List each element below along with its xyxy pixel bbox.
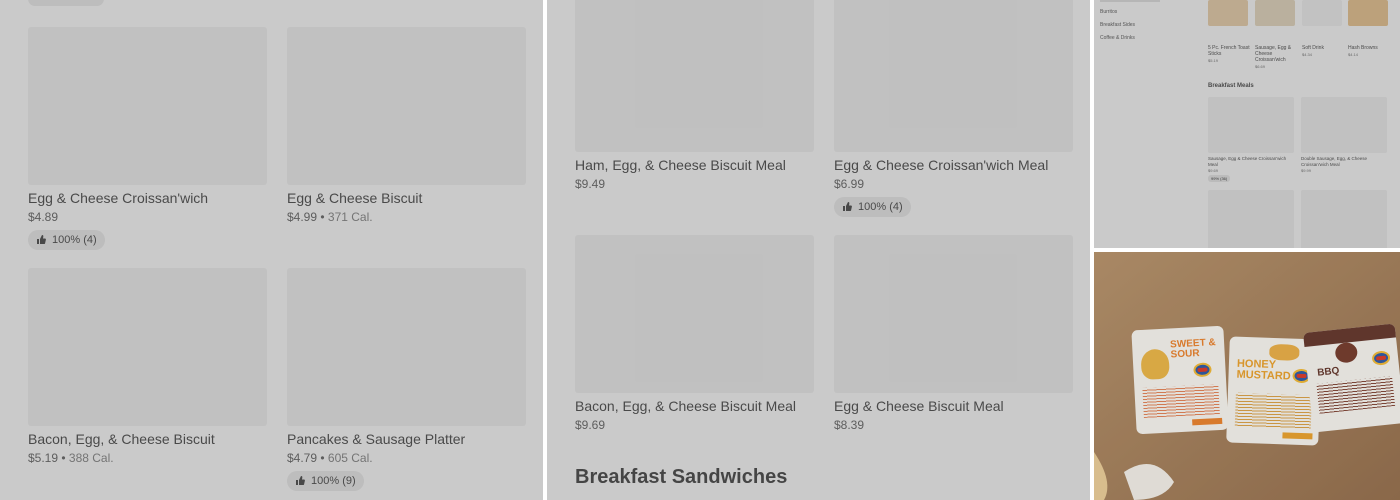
burger-king-logo: [1371, 350, 1391, 366]
item-price: $4.34: [1302, 52, 1313, 57]
meal-name: Sausage, Egg & Cheese Croissan'wich Meal: [1208, 156, 1287, 167]
packet-label: SWEET & SOUR: [1169, 337, 1216, 361]
item-calories: 371 Cal.: [327, 210, 373, 224]
menu-panel-middle: Ham, Egg, & Cheese Biscuit Meal $9.49 Eg…: [547, 0, 1090, 500]
item-price: $8.39: [834, 418, 865, 432]
item-thumbnail[interactable]: [1348, 0, 1388, 26]
item-image: [28, 268, 267, 426]
bbq-illustration: [1334, 341, 1359, 364]
menu-item-card[interactable]: Egg & Cheese Biscuit Meal $8.39: [834, 235, 1073, 433]
rating-text: 100% (4): [52, 234, 97, 246]
packet-stripe: [1192, 417, 1223, 426]
meal-image[interactable]: [1208, 97, 1294, 153]
item-meta: $4.99 • 371 Cal.: [287, 210, 373, 224]
item-name: Egg & Cheese Biscuit Meal: [834, 398, 1004, 414]
item-name: Bacon, Egg, & Cheese Biscuit: [28, 431, 215, 447]
packet-text-block: [1234, 392, 1312, 430]
rating-badge: 100% (9): [287, 471, 364, 491]
item-name: Egg & Cheese Croissan'wich Meal: [834, 157, 1049, 173]
thumbs-up-icon: [843, 202, 852, 211]
item-meta: $5.19 • 388 Cal.: [28, 451, 114, 465]
item-name: Soft Drink: [1302, 45, 1324, 51]
item-price: $9.49: [575, 177, 606, 191]
packet-text-block: [1316, 376, 1396, 414]
rating-badge-partial: [28, 0, 104, 6]
menu-item-card[interactable]: Egg & Cheese Croissan'wich $4.89 100% (4…: [28, 27, 267, 250]
item-meta: $4.79 • 605 Cal.: [287, 451, 373, 465]
item-image: [834, 235, 1073, 393]
meal-image[interactable]: [1208, 190, 1294, 248]
nav-item-coffee-drinks[interactable]: Coffee & Drinks: [1100, 35, 1135, 41]
packet-stripe: [1282, 432, 1313, 440]
rating-text: 100% (9): [311, 475, 356, 487]
rating-badge: 100% (4): [834, 197, 911, 217]
item-price: $6.69: [1255, 64, 1266, 69]
sauce-packet: SWEET & SOUR: [1131, 325, 1229, 435]
menu-item-card[interactable]: Bacon, Egg, & Cheese Biscuit $5.19 • 388…: [28, 268, 267, 466]
menu-item-card[interactable]: Egg & Cheese Biscuit $4.99 • 371 Cal.: [287, 27, 526, 225]
meal-image[interactable]: [1301, 97, 1387, 153]
thumbs-up-icon: [37, 235, 46, 244]
rating-text: 100% (4): [858, 201, 903, 213]
item-image: [287, 27, 526, 185]
packet-label: HONEY MUSTARD: [1236, 357, 1291, 383]
packet-text-block: [1142, 384, 1220, 418]
meal-name: Double Sausage, Egg, & Cheese Croissan'w…: [1301, 156, 1368, 167]
item-price: $6.99: [834, 177, 865, 191]
item-price: $5.19: [1208, 58, 1219, 63]
item-thumbnail[interactable]: [1302, 0, 1342, 26]
rating-badge: 100% (4): [28, 230, 105, 250]
nav-item-burritos[interactable]: Burritos: [1100, 9, 1117, 15]
item-name: Pancakes & Sausage Platter: [287, 431, 466, 447]
item-name: Bacon, Egg, & Cheese Biscuit Meal: [575, 398, 797, 414]
item-image: [834, 0, 1073, 152]
burger-king-logo: [1193, 362, 1212, 378]
menu-item-card[interactable]: Bacon, Egg, & Cheese Biscuit Meal $9.69: [575, 235, 814, 433]
pineapple-illustration: [1140, 348, 1170, 380]
sauce-packets-photo: SWEET & SOUR HONEY MUSTARD BBQ: [1094, 252, 1400, 500]
menu-item-card[interactable]: Ham, Egg, & Cheese Biscuit Meal $9.49: [575, 0, 814, 192]
packet-label: BBQ: [1316, 365, 1340, 379]
menu-panel-left: Egg & Cheese Croissan'wich $4.89 100% (4…: [0, 0, 543, 500]
item-price: $4.99: [287, 210, 318, 224]
item-image: [28, 27, 267, 185]
item-price: $4.14: [1348, 52, 1359, 57]
item-name: 5 Pc. French Toast Sticks: [1208, 45, 1250, 57]
item-price: $9.69: [575, 418, 606, 432]
item-thumbnail[interactable]: [1208, 0, 1248, 26]
item-name: Hash Browns: [1348, 45, 1378, 51]
item-calories: 605 Cal.: [327, 451, 373, 465]
item-calories: 388 Cal.: [68, 451, 114, 465]
item-price: $4.89: [28, 210, 59, 224]
section-title: Breakfast Meals: [1208, 83, 1254, 89]
item-meta: $4.89: [28, 209, 267, 225]
item-image: [575, 0, 814, 152]
meal-price: $9.99: [1301, 168, 1312, 173]
sauce-packet: BBQ: [1303, 323, 1400, 433]
nav-divider: [1100, 0, 1160, 2]
item-name: Egg & Cheese Croissan'wich: [28, 190, 209, 206]
item-name: Sausage, Egg & Cheese Croissan'wich: [1255, 45, 1292, 63]
item-name: Ham, Egg, & Cheese Biscuit Meal: [575, 157, 786, 173]
item-image: [287, 268, 526, 426]
thumbs-up-icon: [296, 476, 305, 485]
meal-image[interactable]: [1301, 190, 1387, 248]
item-image: [575, 235, 814, 393]
rating-badge: 99% (36): [1208, 175, 1231, 182]
item-price: $5.19: [28, 451, 59, 465]
section-title: Breakfast Sandwiches: [575, 466, 788, 488]
meal-price: $9.69: [1208, 168, 1219, 173]
item-price: $4.79: [287, 451, 318, 465]
menu-item-card[interactable]: Egg & Cheese Croissan'wich Meal $6.99 10…: [834, 0, 1073, 217]
menu-panel-thumbnail: Burritos Breakfast Sides Coffee & Drinks…: [1094, 0, 1400, 248]
nav-item-breakfast-sides[interactable]: Breakfast Sides: [1100, 22, 1135, 28]
honey-illustration: [1269, 343, 1300, 361]
menu-item-card[interactable]: Pancakes & Sausage Platter $4.79 • 605 C…: [287, 268, 526, 491]
item-name: Egg & Cheese Biscuit: [287, 190, 423, 206]
rating-text: 99% (36): [1211, 176, 1228, 181]
item-thumbnail[interactable]: [1255, 0, 1295, 26]
